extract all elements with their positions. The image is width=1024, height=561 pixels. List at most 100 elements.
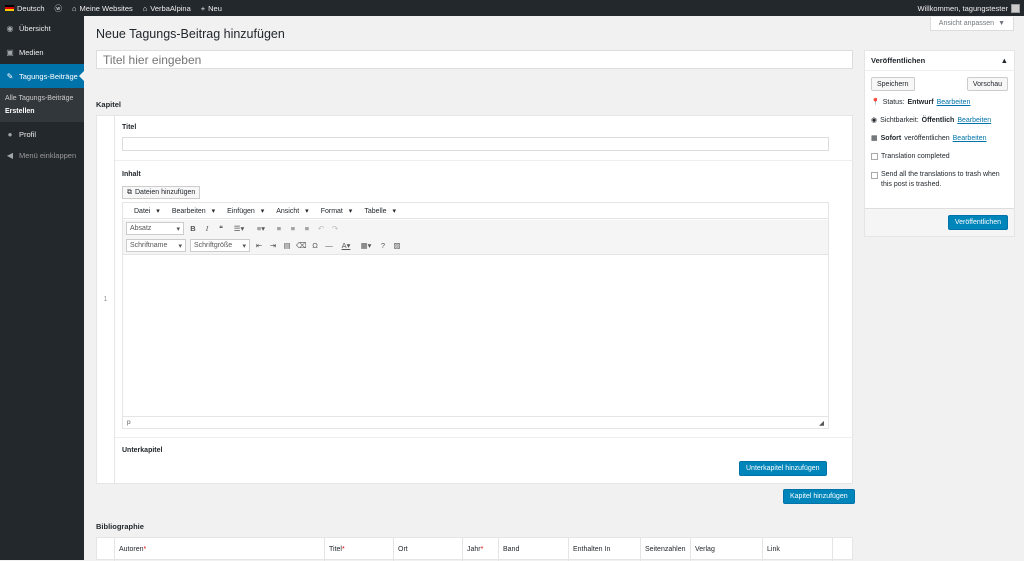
editor-statusbar: p ◢ [123, 416, 828, 428]
undo-icon[interactable]: ↶ [316, 224, 326, 233]
paragraph-format-select[interactable]: Absatz ▾ [126, 222, 184, 235]
help-icon[interactable]: ? [378, 241, 388, 250]
media-icon: ⧉ [127, 188, 132, 196]
sidebar-item-dashboard[interactable]: ◉ Übersicht [0, 16, 84, 40]
publish-box-header[interactable]: Veröffentlichen ▲ [865, 51, 1014, 71]
dashboard-icon: ◉ [6, 23, 14, 33]
table-icon[interactable]: ▦▾ [358, 241, 374, 250]
kapitel-title-field[interactable] [122, 137, 829, 151]
blockquote-icon[interactable]: ❝ [216, 224, 226, 233]
publish-box: Veröffentlichen ▲ Speichern Vorschau 📍 Sta… [864, 50, 1015, 237]
align-left-icon[interactable]: ≡ [274, 224, 284, 233]
image-icon[interactable]: ▨ [392, 241, 402, 250]
menu-view[interactable]: Ansicht ▾ [268, 207, 312, 215]
translation-completed-checkbox[interactable] [871, 153, 878, 160]
eye-icon: ◉ [871, 117, 878, 124]
avatar [1011, 3, 1020, 13]
screen-options-label: Ansicht anpassen [938, 20, 995, 27]
required-marker: * [143, 546, 147, 553]
language-label: Deutsch [17, 3, 45, 13]
save-draft-button[interactable]: Speichern [871, 77, 915, 91]
menu-format[interactable]: Format ▾ [313, 207, 357, 215]
caret-up-icon[interactable]: ▲ [1001, 56, 1008, 65]
horizontal-line-icon[interactable]: — [324, 241, 334, 250]
sidebar-item-label: Übersicht [19, 23, 51, 33]
clear-format-icon[interactable]: ⌫ [296, 241, 307, 250]
add-unterkapitel-button[interactable]: Unterkapitel hinzufügen [739, 461, 827, 476]
site-name-label: VerbaAlpina [150, 3, 191, 13]
submenu-create[interactable]: Erstellen [0, 105, 84, 118]
collapse-menu-label: Menü einklappen [19, 150, 77, 160]
column-header-jahr: Jahr * [463, 538, 499, 561]
editor-toolbar-2: Schriftname ▾ Schriftgröße ▾ ⇤ ⇥ ▤ ⌫ Ω — A… [123, 237, 828, 254]
add-kapitel-button[interactable]: Kapitel hinzufügen [783, 489, 855, 504]
edit-status-link[interactable]: Bearbeiten [937, 99, 971, 106]
admin-sidebar: ◉ Übersicht ▣ Medien ✎ Tagungs-Beiträge All… [0, 16, 84, 560]
indent-icon[interactable]: ⇤ [254, 241, 264, 250]
column-header-titel: Titel * [325, 538, 394, 561]
pin-icon: ✎ [6, 71, 14, 81]
screen-options-button[interactable]: Ansicht anpassen ▼ [929, 17, 1014, 31]
sidebar-item-label: Profil [19, 129, 37, 139]
align-center-icon[interactable]: ≡ [288, 224, 298, 233]
edit-schedule-link[interactable]: Bearbeiten [953, 135, 987, 142]
german-flag-icon [5, 5, 14, 11]
kapitel-heading: Kapitel [96, 100, 122, 109]
italic-icon[interactable]: I [202, 224, 212, 233]
menu-insert[interactable]: Einfügen ▾ [219, 207, 268, 215]
sidebar-item-tagungs-beitraege[interactable]: ✎ Tagungs-Beiträge [0, 64, 84, 88]
text-color-icon[interactable]: A▾ [338, 241, 354, 250]
wordpress-logo-icon[interactable]: ⓦ [50, 0, 68, 16]
table-header-spacer [97, 538, 115, 561]
language-switcher[interactable]: Deutsch [0, 0, 50, 16]
align-right-icon[interactable]: ≡ [302, 224, 312, 233]
bullet-list-icon[interactable]: ☰▾ [230, 224, 248, 233]
schedule-row: ▦ Sofort veröffentlichen Bearbeiten [871, 134, 987, 143]
column-header-band: Band [499, 538, 569, 561]
sidebar-item-label: Medien [19, 47, 44, 57]
pin-icon: 📍 [871, 99, 880, 106]
numbered-list-icon[interactable]: ≡▾ [252, 224, 270, 233]
column-header-ort: Ort [394, 538, 463, 561]
site-name-menu[interactable]: ⌂ VerbaAlpina [138, 0, 196, 16]
editor-content-area[interactable] [123, 254, 828, 416]
bold-icon[interactable]: B [188, 224, 198, 233]
trash-translations-checkbox[interactable] [871, 172, 878, 179]
account-menu[interactable]: Willkommen, tagungstester [913, 0, 1024, 16]
edit-visibility-link[interactable]: Bearbeiten [957, 117, 991, 124]
menu-edit[interactable]: Bearbeiten ▾ [164, 207, 219, 215]
kapitel-number: 1 [97, 116, 115, 483]
add-media-button[interactable]: ⧉ Dateien hinzufügen [122, 186, 201, 199]
publish-box-title: Veröffentlichen [871, 56, 926, 65]
column-header-link: Link [763, 538, 833, 561]
redo-icon[interactable]: ↷ [330, 224, 340, 233]
outdent-icon[interactable]: ⇥ [268, 241, 278, 250]
editor-toolbar-1: Absatz ▾ B I ❝ ☰▾ ≡▾ ≡ ≡ ≡ ↶ ↷ [123, 220, 828, 237]
sidebar-item-media[interactable]: ▣ Medien [0, 40, 84, 64]
paste-icon[interactable]: ▤ [282, 241, 292, 250]
font-family-select[interactable]: Schriftname ▾ [126, 239, 186, 252]
unterkapitel-label: Unterkapitel [122, 447, 163, 454]
my-sites-menu[interactable]: ⌂ Meine Websites [67, 0, 138, 16]
calendar-icon: ▦ [871, 135, 878, 142]
new-content-menu[interactable]: + Neu [196, 0, 227, 16]
main-content: Ansicht anpassen ▼ Neue Tagungs-Beitrag h… [84, 16, 1024, 561]
column-header-verlag: Verlag [691, 538, 763, 561]
resize-handle-icon[interactable]: ◢ [819, 419, 824, 427]
translation-completed-row: Translation completed [871, 153, 1011, 160]
publish-button[interactable]: Veröffentlichen [947, 215, 1008, 230]
font-size-select[interactable]: Schriftgröße ▾ [190, 239, 250, 252]
sidebar-submenu: Alle Tagungs-Beiträge Erstellen [0, 88, 84, 122]
preview-button[interactable]: Vorschau [966, 77, 1008, 91]
collapse-arrow-icon: ◀ [6, 150, 14, 160]
bibliography-table: Autoren * Titel * Ort Jahr * Band Enthalten… [96, 537, 853, 561]
submenu-all-posts[interactable]: Alle Tagungs-Beiträge [0, 92, 84, 105]
post-title-input[interactable] [96, 50, 853, 69]
sidebar-item-profile[interactable]: ● Profil [0, 122, 84, 146]
collapse-menu-button[interactable]: ◀ Menü einklappen [0, 146, 84, 164]
network-icon: ⌂ [72, 3, 77, 13]
special-char-icon[interactable]: Ω [310, 241, 320, 250]
column-header-seitenzahlen: Seitenzahlen [641, 538, 691, 561]
menu-file[interactable]: Datei ▾ [126, 207, 164, 215]
menu-table[interactable]: Tabelle ▾ [356, 207, 400, 215]
